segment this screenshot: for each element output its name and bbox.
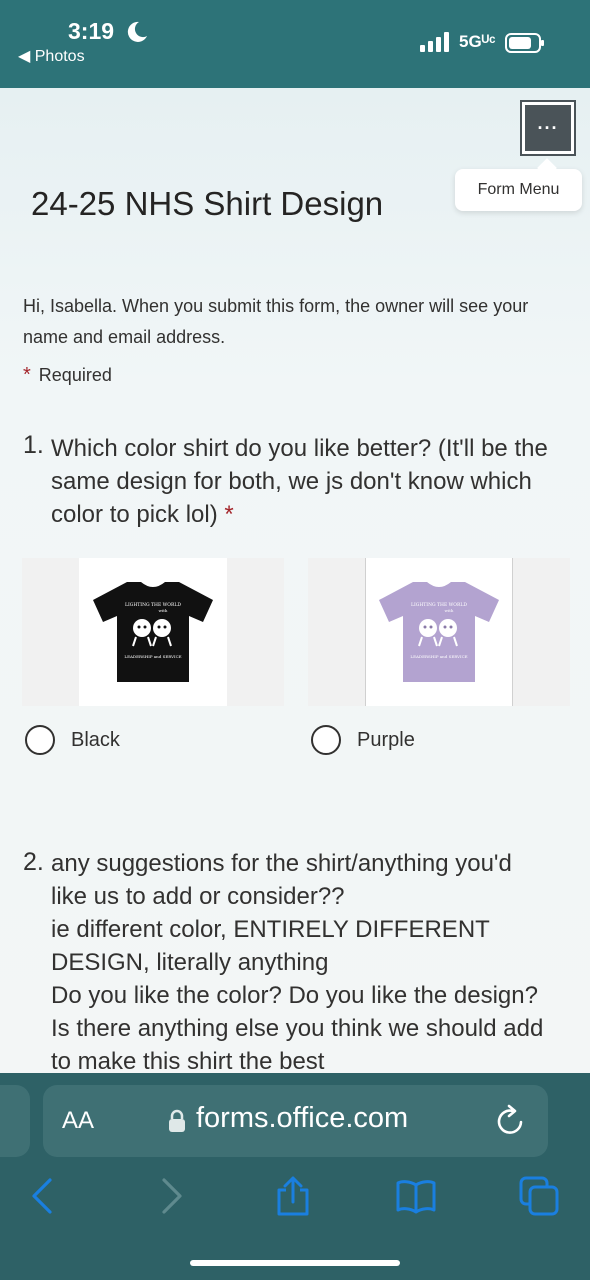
question-1-required-star: * bbox=[224, 501, 234, 528]
purple-shirt-image-frame: LIGHTING THE WORLD with LEADERSHIP and S… bbox=[308, 558, 570, 706]
question-2-text: any suggestions for the shirt/anything y… bbox=[51, 847, 551, 1073]
option-black-label: Black bbox=[71, 728, 120, 751]
purple-shirt-image: LIGHTING THE WORLD with LEADERSHIP and S… bbox=[365, 558, 513, 706]
question-2-line-3: Do you like the color? Do you like the d… bbox=[51, 982, 544, 1073]
text-size-button[interactable]: AA bbox=[62, 1107, 94, 1135]
previous-tab-pill[interactable] bbox=[0, 1085, 30, 1157]
home-indicator bbox=[190, 1260, 400, 1266]
safari-toolbar: AA forms.office.com bbox=[0, 1073, 590, 1280]
black-shirt-image-frame: LIGHTING THE WORLD with LEADERSHIP and S… bbox=[22, 558, 284, 706]
network-type: 5Gᵁᶜ bbox=[459, 32, 496, 51]
form-page: ··· Form Menu 24-25 NHS Shirt Design Hi,… bbox=[0, 88, 590, 1073]
radio-black[interactable] bbox=[25, 725, 55, 755]
option-black[interactable]: Black bbox=[25, 724, 120, 756]
status-bar: 3:19 ◀ Photos 5Gᵁᶜ bbox=[0, 0, 590, 88]
url-text[interactable]: forms.office.com bbox=[196, 1102, 408, 1135]
radio-purple[interactable] bbox=[311, 725, 341, 755]
tshirt-black-graphic: LIGHTING THE WORLD with LEADERSHIP and S… bbox=[93, 582, 213, 682]
option-purple[interactable]: Purple bbox=[311, 724, 415, 756]
option-purple-label: Purple bbox=[357, 728, 415, 751]
form-menu-button[interactable]: ··· bbox=[520, 100, 576, 156]
shirt-text-bottom: LEADERSHIP and SERVICE bbox=[124, 654, 181, 659]
required-legend: * Required bbox=[23, 364, 112, 387]
required-asterisk: * bbox=[23, 364, 31, 386]
tabs-icon[interactable] bbox=[519, 1176, 559, 1216]
question-1-number: 1. bbox=[23, 431, 44, 459]
form-title: 24-25 NHS Shirt Design bbox=[31, 185, 384, 222]
black-shirt-image: LIGHTING THE WORLD with LEADERSHIP and S… bbox=[79, 558, 227, 706]
share-icon[interactable] bbox=[273, 1176, 313, 1216]
question-2-number: 2. bbox=[23, 848, 44, 876]
shirt-text-mid: with bbox=[445, 608, 454, 613]
shirt-text-bottom: LEADERSHIP and SERVICE bbox=[410, 654, 467, 659]
moon-icon bbox=[127, 21, 147, 42]
clock: 3:19 bbox=[68, 18, 115, 44]
tshirt-purple-graphic: LIGHTING THE WORLD with LEADERSHIP and S… bbox=[379, 582, 499, 682]
shirt-text-top: LIGHTING THE WORLD bbox=[125, 602, 181, 608]
form-menu-tooltip: Form Menu bbox=[455, 169, 582, 211]
signal-icon bbox=[420, 32, 449, 52]
question-1-text: Which color shirt do you like better? (I… bbox=[51, 432, 561, 531]
question-2-line-2: ie different color, ENTIRELY DIFFERENT D… bbox=[51, 916, 490, 976]
question-1-label: Which color shirt do you like better? (I… bbox=[51, 435, 548, 528]
address-bar[interactable]: AA forms.office.com bbox=[43, 1085, 548, 1157]
reload-icon[interactable] bbox=[495, 1104, 527, 1138]
shirt-text-top: LIGHTING THE WORLD bbox=[411, 602, 467, 608]
identity-notice: Hi, Isabella. When you submit this form,… bbox=[23, 296, 529, 347]
required-label: Required bbox=[38, 365, 112, 385]
question-2-line-1: any suggestions for the shirt/anything y… bbox=[51, 850, 512, 910]
bookmarks-icon[interactable] bbox=[396, 1176, 436, 1216]
back-icon[interactable] bbox=[24, 1176, 64, 1216]
lock-icon bbox=[169, 1109, 185, 1132]
forward-icon[interactable] bbox=[150, 1176, 190, 1216]
shirt-text-mid: with bbox=[159, 608, 168, 613]
battery-icon bbox=[505, 33, 544, 53]
back-to-photos-link[interactable]: ◀ Photos bbox=[18, 46, 85, 66]
